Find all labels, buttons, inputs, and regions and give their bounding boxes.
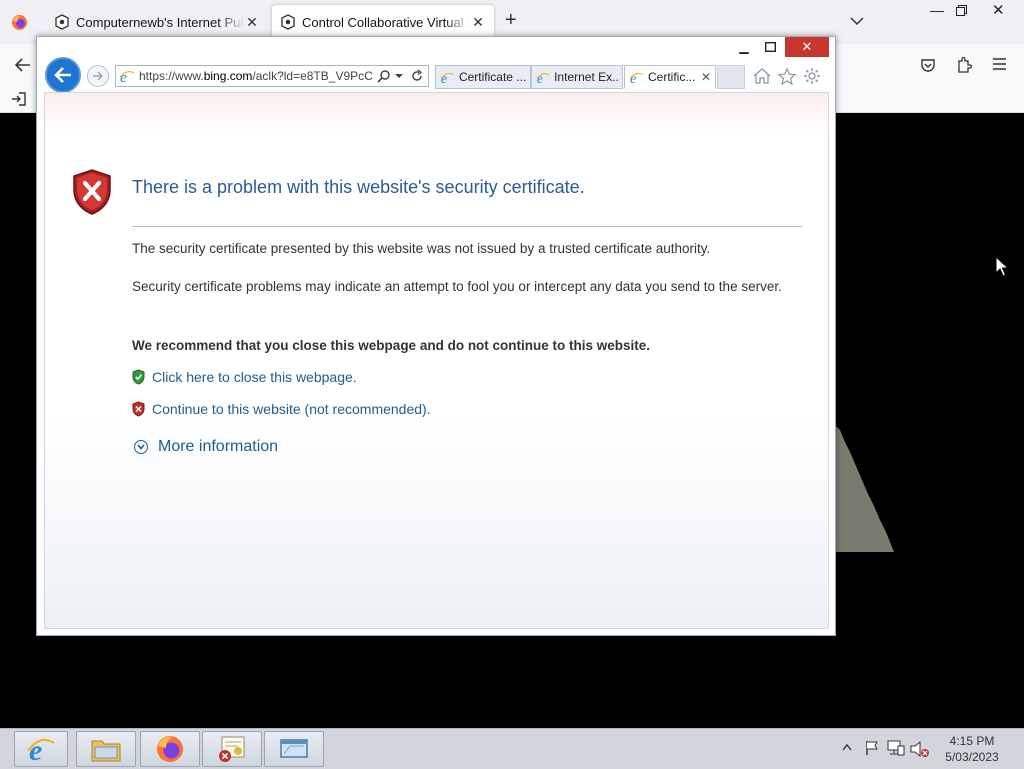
tab-list-chevron-icon[interactable]	[850, 16, 864, 26]
ie-tab-1[interactable]: e Certificate ...	[435, 65, 531, 89]
address-url: https://www.bing.com/aclk?ld=e8TB_V9PcC	[139, 69, 373, 83]
more-information-toggle[interactable]: More information	[134, 438, 278, 456]
ie-tab-label: Certificate ...	[458, 70, 526, 84]
ie-new-tab-button[interactable]	[717, 65, 745, 89]
close-webpage-link[interactable]: Click here to close this webpage.	[132, 369, 357, 385]
ie-maximize-icon[interactable]	[765, 42, 776, 52]
close-webpage-label[interactable]: Click here to close this webpage.	[152, 369, 357, 385]
close-window-icon[interactable]: ✕	[992, 1, 1005, 19]
firefox-tab-1[interactable]: Computernewb's Internet Pub H ✕	[46, 5, 268, 39]
security-warning-shield-icon	[73, 169, 111, 215]
svg-text:e: e	[29, 734, 42, 764]
pocket-icon[interactable]	[920, 57, 936, 73]
extensions-icon[interactable]	[956, 56, 972, 74]
restore-window-icon[interactable]	[956, 5, 967, 16]
home-icon[interactable]	[751, 65, 773, 87]
expand-chevron-icon	[134, 440, 148, 454]
taskbar-certificate-app[interactable]	[202, 731, 262, 767]
ie-page-icon: e	[119, 70, 135, 84]
ie-forward-button[interactable]	[87, 65, 109, 87]
ie-tab-label: Internet Ex...	[554, 70, 618, 84]
clock-date: 5/03/2023	[945, 750, 999, 764]
back-arrow-icon[interactable]	[15, 58, 31, 72]
ie-tab-label: Certific...	[648, 70, 696, 84]
favorites-star-icon[interactable]	[776, 65, 798, 87]
network-icon[interactable]	[887, 740, 905, 756]
window-app-icon	[280, 739, 308, 758]
folder-icon	[91, 740, 121, 762]
ie-address-bar[interactable]: e https://www.bing.com/aclk?ld=e8TB_V9Pc…	[115, 65, 429, 87]
refresh-icon[interactable]	[410, 69, 424, 83]
vm-favicon-icon	[281, 14, 295, 30]
taskbar-firefox[interactable]	[140, 731, 200, 767]
mouse-cursor-icon	[995, 256, 1009, 277]
new-tab-button[interactable]: +	[505, 9, 517, 32]
more-information-label[interactable]: More information	[158, 438, 278, 456]
menu-hamburger-icon[interactable]	[992, 58, 1007, 70]
firefox-tab-2-active[interactable]: Control Collaborative Virtual M ✕	[272, 5, 494, 39]
back-arrow-icon	[54, 67, 71, 83]
dropdown-arrow-icon[interactable]	[394, 72, 404, 80]
firefox-icon	[157, 736, 183, 762]
taskbar-file-explorer[interactable]	[76, 731, 136, 767]
ie-tab-3-active[interactable]: e Certific... ✕	[624, 65, 716, 89]
tab-label: Computernewb's Internet Pub H	[76, 14, 244, 30]
tab-label: Control Collaborative Virtual M	[302, 14, 470, 30]
ie-page-icon: e	[440, 72, 455, 85]
desktop-gray-shape	[836, 426, 894, 552]
error-title: There is a problem with this website's s…	[132, 177, 585, 197]
vm-favicon-icon	[55, 14, 69, 30]
volume-muted-icon[interactable]	[910, 740, 930, 758]
action-center-flag-icon[interactable]	[864, 740, 880, 756]
close-tab-icon[interactable]: ✕	[470, 14, 486, 31]
ie-minimize-icon[interactable]: ▁	[731, 37, 757, 57]
taskbar-internet-explorer[interactable]: e	[14, 731, 68, 767]
show-hidden-icons-icon[interactable]	[842, 744, 852, 751]
certificate-error-icon	[219, 736, 245, 762]
taskbar: e	[0, 728, 1024, 769]
internet-explorer-window: ▁ ✕ e https://www.bing.com/aclk?ld=e8TB_…	[36, 36, 836, 636]
red-shield-x-icon	[132, 401, 145, 417]
continue-to-website-link[interactable]: Continue to this website (not recommende…	[132, 401, 431, 417]
error-warning-text: Security certificate problems may indica…	[132, 279, 782, 294]
import-icon[interactable]	[11, 92, 27, 106]
ie-page-content: There is a problem with this website's s…	[44, 92, 829, 629]
forward-arrow-icon	[93, 71, 103, 81]
clock-time: 4:15 PM	[949, 734, 995, 748]
error-description: The security certificate presented by th…	[132, 241, 711, 256]
ie-page-icon: e	[629, 71, 644, 85]
taskbar-remote-desktop[interactable]	[264, 731, 324, 767]
ie-page-icon: e	[536, 70, 550, 85]
recommendation-text: We recommend that you close this webpage…	[132, 338, 651, 353]
clock[interactable]: 4:15 PM 5/03/2023	[934, 733, 1010, 765]
firefox-icon[interactable]	[11, 14, 28, 31]
settings-gear-icon[interactable]	[801, 65, 823, 87]
divider	[132, 226, 802, 227]
minimize-window-icon[interactable]: —	[930, 2, 944, 18]
internet-explorer-icon: e	[27, 734, 55, 764]
search-icon[interactable]	[377, 69, 391, 83]
continue-to-website-label[interactable]: Continue to this website (not recommende…	[152, 401, 431, 417]
close-tab-icon[interactable]: ✕	[244, 14, 260, 31]
green-shield-check-icon	[132, 369, 145, 385]
ie-close-icon[interactable]: ✕	[785, 37, 829, 57]
ie-back-button[interactable]	[45, 57, 81, 93]
close-tab-icon[interactable]: ✕	[701, 70, 711, 84]
ie-tab-2[interactable]: e Internet Ex...	[531, 65, 623, 89]
